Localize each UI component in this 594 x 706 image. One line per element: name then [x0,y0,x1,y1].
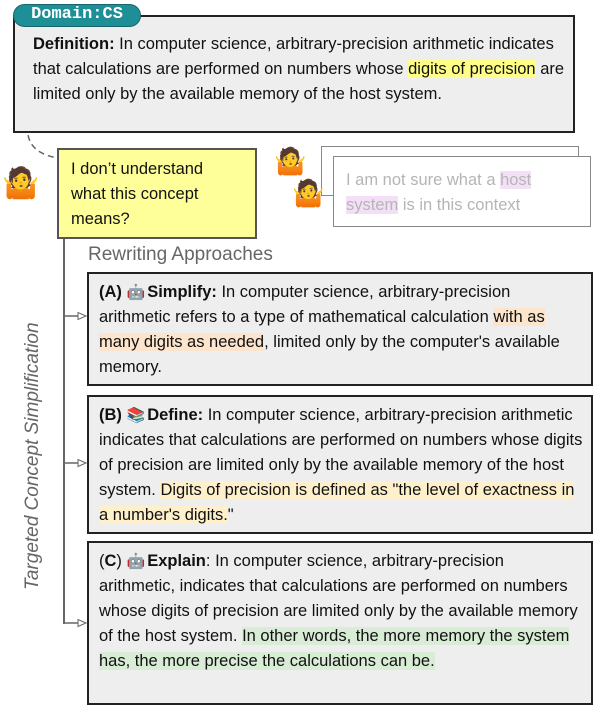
approach-letter: (A) [99,283,122,301]
person-shrugging-icon: 🤷 [2,167,40,200]
approach-text-end: " [227,506,234,524]
approach-letter: C [104,552,117,570]
approach-explain-text: (C) 🤖 Explain: In computer science, arbit… [99,549,584,674]
vertical-label: Targeted Concept Simplification [22,322,43,590]
arrow-to-simplify [64,311,88,321]
books-icon: 📚 [126,407,146,424]
approach-define-text: (B) 📚 Define: In computer science, arbitr… [99,403,584,528]
approach-name: Define: [147,406,204,424]
approach-explain: (C) 🤖 Explain: In computer science, arbit… [87,541,593,705]
definition-label: Definition: [33,35,115,53]
question-text: I don’t understand what this concept mea… [71,160,204,228]
robot-icon: 🤖 [126,284,146,301]
alt-text-end: is in this context [398,196,521,214]
person-shrugging-icon-front: 🤷 [292,178,325,208]
definition-box: Definition: In computer science, arbitra… [13,15,575,133]
section-title: Rewriting Approaches [88,244,273,265]
approach-letter: (B) [99,406,122,424]
approach-name: Explain [147,552,206,570]
approach-highlight: Digits of precision is defined as "the l… [99,481,575,524]
alt-text-start: I am not sure what a [346,171,501,189]
question-box: I don’t understand what this concept mea… [57,148,257,239]
definition-text: Definition: In computer science, arbitra… [33,32,573,107]
arrow-to-define [64,458,88,468]
person-shrugging-icon-back: 🤷 [274,146,307,176]
approach-define: (B) 📚 Define: In computer science, arbitr… [87,395,593,534]
robot-icon: 🤖 [126,553,146,570]
highlight-digits-of-precision: digits of precision [408,60,536,78]
alternate-question-card: I am not sure what a host system is in t… [333,156,591,227]
alternate-question-text: I am not sure what a host system is in t… [346,168,571,218]
approach-name: Simplify: [147,283,217,301]
approach-simplify: (A) 🤖 Simplify: In computer science, arbi… [87,272,593,386]
arrow-to-explain [64,618,88,628]
domain-tag: Domain:CS [13,4,141,27]
approach-simplify-text: (A) 🤖 Simplify: In computer science, arbi… [99,280,584,380]
